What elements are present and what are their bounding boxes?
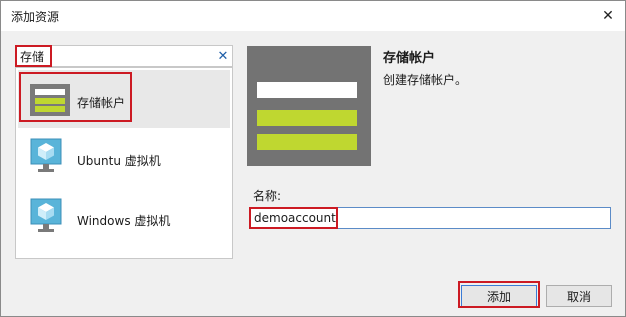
virtual-machine-icon	[30, 138, 62, 172]
close-icon[interactable]: ✕	[597, 5, 619, 27]
name-label: 名称:	[253, 189, 282, 203]
search-input[interactable]	[20, 48, 200, 64]
clear-search-icon[interactable]: ✕	[215, 47, 231, 65]
list-item-label: 存储帐户	[77, 96, 126, 110]
add-resource-dialog: 添加资源 ✕ ✕ 存储帐户 Ubuntu 虚拟机	[0, 0, 626, 317]
dialog-title: 添加资源	[11, 10, 60, 24]
cancel-button[interactable]: 取消	[546, 285, 612, 307]
add-button[interactable]: 添加	[461, 285, 537, 307]
list-item-label: Ubuntu 虚拟机	[77, 154, 161, 168]
list-item-ubuntu-vm[interactable]: Ubuntu 虚拟机	[18, 128, 230, 186]
name-field[interactable]: demoaccount	[249, 207, 611, 229]
title-bar: 添加资源 ✕	[1, 1, 625, 31]
virtual-machine-icon	[30, 198, 62, 232]
detail-title: 存储帐户	[383, 51, 436, 66]
search-box[interactable]	[15, 45, 233, 67]
list-item-label: Windows 虚拟机	[77, 214, 171, 228]
resource-list: 存储帐户 Ubuntu 虚拟机 Windows 虚拟机	[15, 67, 233, 259]
list-item-windows-vm[interactable]: Windows 虚拟机	[18, 188, 230, 246]
list-item-storage-account[interactable]: 存储帐户	[18, 70, 230, 128]
detail-description: 创建存储帐户。	[383, 73, 468, 87]
storage-account-large-icon	[247, 46, 371, 166]
storage-account-icon	[30, 84, 70, 116]
name-value: demoaccount	[254, 211, 336, 225]
